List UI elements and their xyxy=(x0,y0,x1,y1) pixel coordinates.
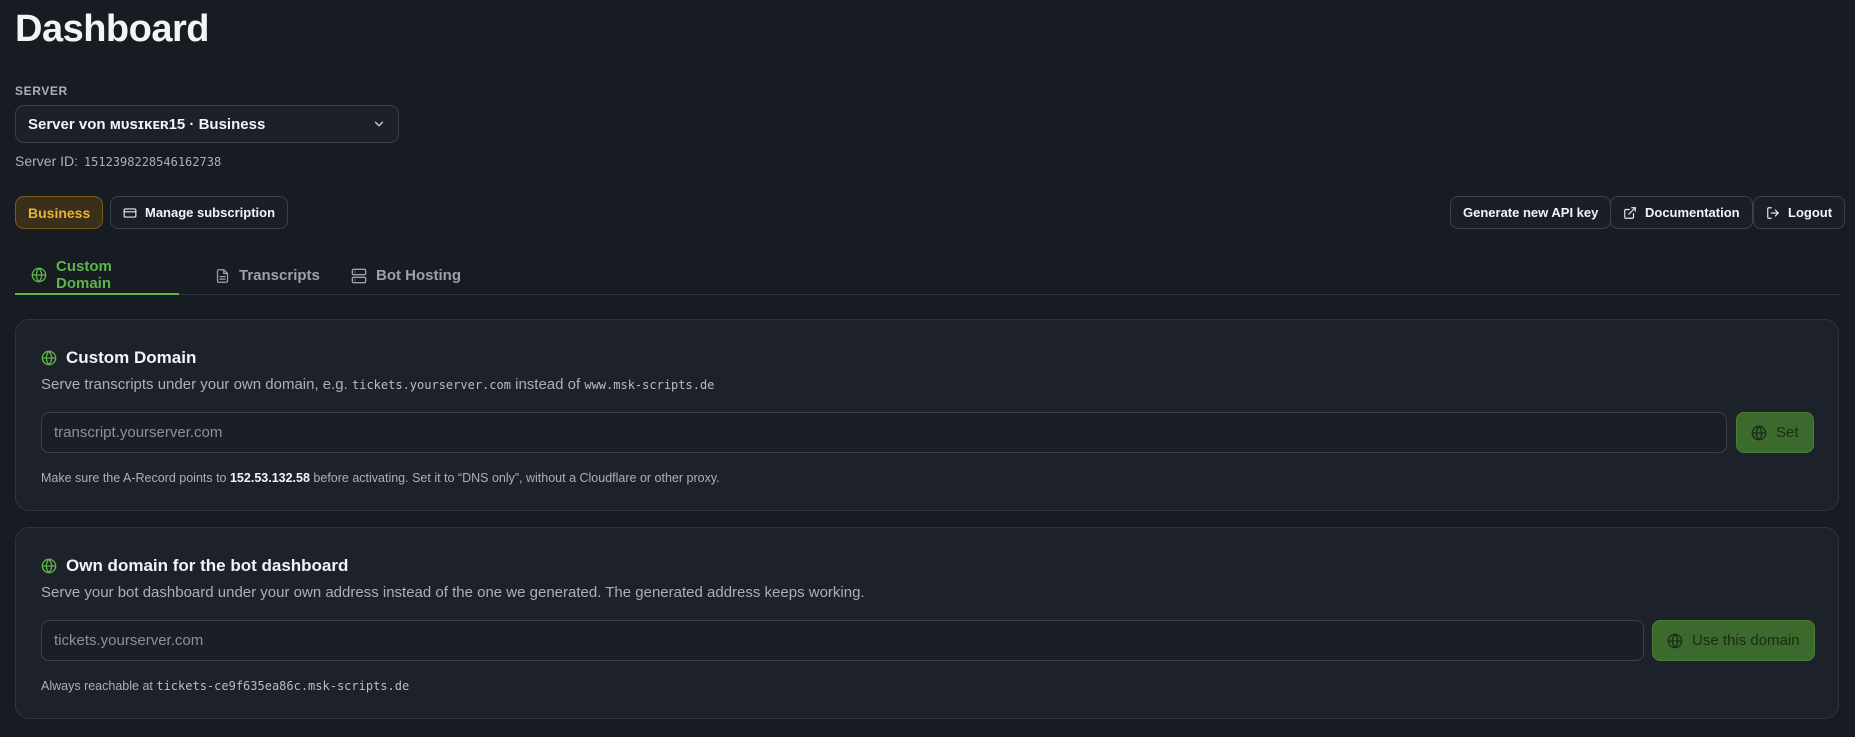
logout-button[interactable]: Logout xyxy=(1753,196,1846,229)
reachable-address-note: Always reachable at tickets-ce9f635ea86c… xyxy=(41,679,409,693)
a-record-ip: 152.53.132.58 xyxy=(229,471,310,485)
file-icon xyxy=(215,268,230,284)
server-id-value: 1512398228546162738 xyxy=(83,155,222,169)
note-text: before activating. Set it to “DNS only”,… xyxy=(309,471,720,485)
generate-api-key-button[interactable]: Generate new API key xyxy=(1450,196,1612,229)
globe-icon xyxy=(1751,425,1767,441)
custom-domain-card: Custom Domain Serve transcripts under yo… xyxy=(15,319,1839,511)
tab-custom-domain[interactable]: Custom Domain xyxy=(15,256,179,295)
logout-label: Logout xyxy=(1788,205,1833,220)
bot-domain-input[interactable] xyxy=(41,620,1644,661)
bot-domain-card-title: Own domain for the bot dashboard xyxy=(41,556,348,576)
globe-icon xyxy=(31,267,47,283)
server-select-value: Server von ᴍᴜsɪᴋᴇʀ15 · Business xyxy=(28,115,266,133)
server-id: Server ID: 1512398228546162738 xyxy=(15,153,221,169)
credit-card-icon xyxy=(123,206,137,220)
server-icon xyxy=(351,268,367,284)
bot-domain-card: Own domain for the bot dashboard Serve y… xyxy=(15,527,1839,719)
chevron-down-icon xyxy=(372,117,386,131)
globe-icon xyxy=(41,558,57,574)
server-id-label: Server ID: xyxy=(15,153,79,169)
note-text: Make sure the A-Record points to xyxy=(41,471,230,485)
a-record-note: Make sure the A-Record points to 152.53.… xyxy=(41,471,720,485)
page-title: Dashboard xyxy=(15,8,209,50)
custom-domain-title: Custom Domain xyxy=(66,348,197,367)
set-domain-label: Set xyxy=(1776,424,1799,441)
server-label: SERVER xyxy=(15,84,68,98)
tab-transcripts[interactable]: Transcripts xyxy=(199,256,336,295)
desc-text: Serve transcripts under your own domain,… xyxy=(41,376,352,393)
generated-address: tickets-ce9f635ea86c.msk-scripts.de xyxy=(156,679,410,693)
set-domain-button[interactable]: Set xyxy=(1736,412,1814,453)
custom-domain-input[interactable] xyxy=(41,412,1727,453)
custom-domain-description: Serve transcripts under your own domain,… xyxy=(41,376,714,393)
tab-bar: Custom Domain Transcripts Bot Hosting xyxy=(15,256,1839,295)
desc-example-domain: tickets.yourserver.com xyxy=(352,378,511,392)
documentation-label: Documentation xyxy=(1645,205,1740,220)
generate-api-key-label: Generate new API key xyxy=(1463,205,1599,220)
tab-transcripts-label: Transcripts xyxy=(239,267,320,284)
bot-domain-title: Own domain for the bot dashboard xyxy=(66,556,349,575)
tab-custom-domain-label: Custom Domain xyxy=(56,257,112,292)
documentation-button[interactable]: Documentation xyxy=(1610,196,1753,229)
bot-domain-description: Serve your bot dashboard under your own … xyxy=(41,584,865,601)
plan-badge: Business xyxy=(15,196,104,229)
note-text: Always reachable at xyxy=(41,679,157,693)
use-this-domain-button[interactable]: Use this domain xyxy=(1652,620,1815,661)
tab-bot-hosting-label: Bot Hosting xyxy=(376,267,461,284)
server-select[interactable]: Server von ᴍᴜsɪᴋᴇʀ15 · Business xyxy=(15,105,399,143)
logout-icon xyxy=(1766,206,1780,220)
globe-icon xyxy=(41,350,57,366)
external-link-icon xyxy=(1623,206,1637,220)
desc-default-domain: www.msk-scripts.de xyxy=(584,378,715,392)
globe-icon xyxy=(1667,633,1683,649)
tab-bot-hosting[interactable]: Bot Hosting xyxy=(335,256,477,295)
manage-subscription-label: Manage subscription xyxy=(145,205,276,220)
use-this-domain-label: Use this domain xyxy=(1692,632,1800,649)
manage-subscription-button[interactable]: Manage subscription xyxy=(110,196,289,229)
desc-text: instead of xyxy=(510,376,585,393)
custom-domain-card-title: Custom Domain xyxy=(41,348,196,368)
